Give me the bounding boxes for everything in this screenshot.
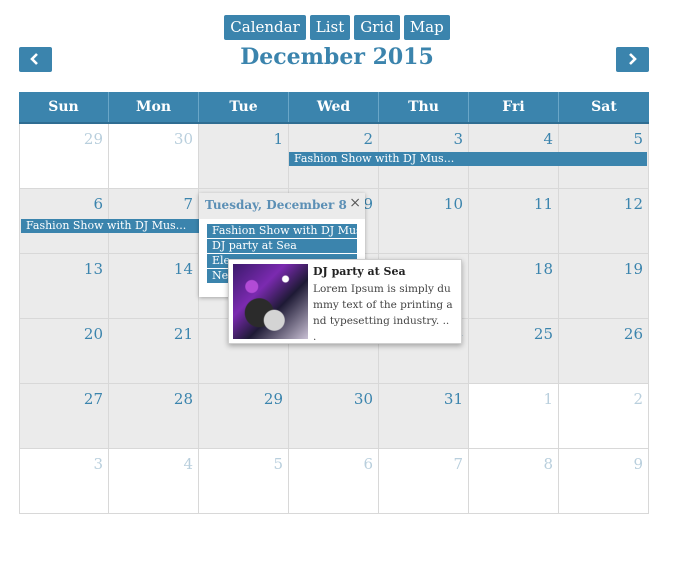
day-number: 25	[533, 325, 553, 343]
day-cell[interactable]: 27	[19, 384, 109, 449]
day-cell[interactable]: 6	[289, 449, 379, 514]
weekday-sat: Sat	[591, 99, 617, 115]
day-cell[interactable]: 29	[199, 384, 289, 449]
view-switcher: Calendar List Grid Map	[0, 15, 674, 40]
day-cell[interactable]: 26	[559, 319, 649, 384]
weekday-header: Sun Mon Tue Wed Thu Fri Sat	[19, 92, 649, 124]
day-cell[interactable]: 19	[559, 254, 649, 319]
day-number: 8	[543, 455, 553, 473]
day-number: 2	[363, 130, 373, 148]
day-cell[interactable]: 1	[199, 124, 289, 189]
day-cell[interactable]: 2	[559, 384, 649, 449]
day-number: 19	[623, 260, 643, 278]
day-number: 5	[273, 455, 283, 473]
day-cell[interactable]: 20	[19, 319, 109, 384]
weekday-sun: Sun	[19, 92, 109, 122]
day-cell[interactable]: 31	[379, 384, 469, 449]
day-cell[interactable]: 14	[109, 254, 199, 319]
chevron-right-icon	[629, 53, 637, 65]
day-number: 7	[453, 455, 463, 473]
day-number: 4	[183, 455, 193, 473]
day-number: 29	[83, 130, 103, 148]
day-number: 7	[183, 195, 193, 213]
day-cell[interactable]: 4	[109, 449, 199, 514]
day-number: 29	[263, 390, 283, 408]
day-number: 18	[533, 260, 553, 278]
event-fashion-show-week2[interactable]: Fashion Show with DJ Mus...	[21, 219, 199, 233]
month-title: December 2015	[240, 44, 434, 70]
day-number: 1	[543, 390, 553, 408]
weekday-tue: Tue	[199, 92, 289, 122]
day-number: 30	[173, 130, 193, 148]
day-cell[interactable]: 12	[559, 189, 649, 254]
day-cell[interactable]: 13	[19, 254, 109, 319]
day-cell[interactable]: 3	[19, 449, 109, 514]
popover-event-dj-party[interactable]: DJ party at Sea	[207, 239, 357, 253]
day-number: 30	[353, 390, 373, 408]
day-number: 11	[533, 195, 553, 213]
day-popover-header: Tuesday, December 8 ×	[199, 193, 365, 219]
day-cell[interactable]: 25	[469, 319, 559, 384]
day-number: 31	[443, 390, 463, 408]
day-number: 6	[93, 195, 103, 213]
day-number: 21	[173, 325, 193, 343]
tab-grid[interactable]: Grid	[354, 15, 400, 40]
day-number: 13	[83, 260, 103, 278]
day-cell[interactable]: 5	[199, 449, 289, 514]
day-number: 9	[633, 455, 643, 473]
day-number: 5	[633, 130, 643, 148]
weekday-wed: Wed	[289, 92, 379, 122]
day-number: 6	[363, 455, 373, 473]
day-cell[interactable]: 30	[109, 124, 199, 189]
day-cell[interactable]: 8	[469, 449, 559, 514]
close-icon[interactable]: ×	[349, 195, 361, 211]
popover-event-fashion-show[interactable]: Fashion Show with DJ Mus...	[207, 224, 357, 238]
day-number: 3	[453, 130, 463, 148]
weekday-thu: Thu	[379, 92, 469, 122]
day-number: 12	[623, 195, 643, 213]
day-number: 4	[543, 130, 553, 148]
weekday-mon: Mon	[109, 92, 199, 122]
day-cell[interactable]: 18	[469, 254, 559, 319]
weekday-fri: Fri	[469, 92, 559, 122]
day-number: 10	[443, 195, 463, 213]
tooltip-description: Lorem Ipsum is simply dummy text of the …	[313, 283, 453, 343]
day-number: 26	[623, 325, 643, 343]
day-cell[interactable]: 9	[559, 449, 649, 514]
day-cell[interactable]: 21	[109, 319, 199, 384]
day-cell[interactable]: 7	[379, 449, 469, 514]
day-cell[interactable]: 1	[469, 384, 559, 449]
day-number: 20	[83, 325, 103, 343]
week-row: 3 4 5 6 7 8 9	[19, 449, 649, 514]
day-number: 28	[173, 390, 193, 408]
day-cell[interactable]: 28	[109, 384, 199, 449]
day-cell[interactable]: 30	[289, 384, 379, 449]
day-cell[interactable]: 11	[469, 189, 559, 254]
day-number: 3	[93, 455, 103, 473]
tooltip-title: DJ party at Sea	[313, 265, 406, 278]
day-number: 2	[633, 390, 643, 408]
event-tooltip: DJ party at Sea Lorem Ipsum is simply du…	[228, 259, 462, 344]
week-row: 27 28 29 30 31 1 2	[19, 384, 649, 449]
event-fashion-show-week1[interactable]: Fashion Show with DJ Mus...	[289, 152, 647, 166]
day-number: 1	[273, 130, 283, 148]
day-number: 14	[173, 260, 193, 278]
tab-calendar[interactable]: Calendar	[224, 15, 306, 40]
day-number: 27	[83, 390, 103, 408]
event-thumbnail-image	[233, 264, 308, 339]
day-cell[interactable]: 29	[19, 124, 109, 189]
tab-map[interactable]: Map	[403, 15, 450, 40]
day-popover-title: Tuesday, December 8	[205, 198, 347, 212]
tab-list[interactable]: List	[309, 15, 351, 40]
next-month-button[interactable]	[616, 47, 649, 72]
day-cell[interactable]: 10	[379, 189, 469, 254]
